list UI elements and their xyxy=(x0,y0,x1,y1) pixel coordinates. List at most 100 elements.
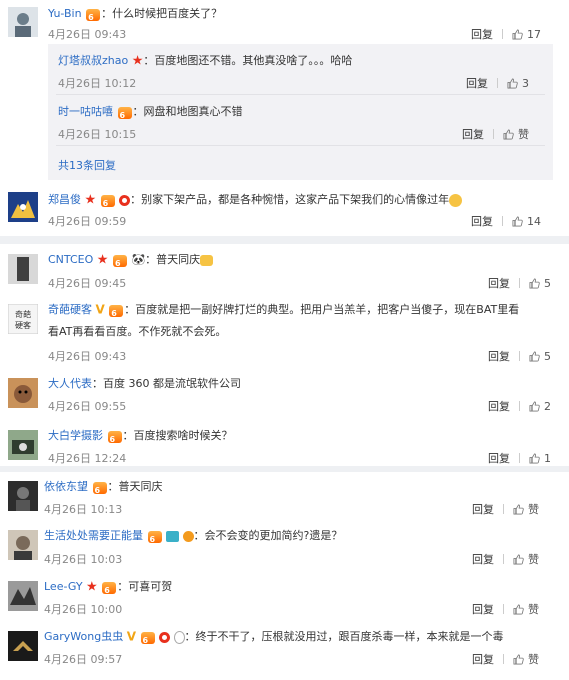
reply-button[interactable]: 回复 xyxy=(472,551,494,567)
comment-line: 依依东望 6 ：普天同庆 xyxy=(44,480,163,495)
divider xyxy=(56,94,545,95)
username-link[interactable]: 生活处处需要正能量 xyxy=(44,529,143,542)
comment-line: 大人代表：百度 360 都是流氓软件公司 xyxy=(48,377,241,390)
username-link[interactable]: 奇葩硬客 xyxy=(48,303,92,316)
more-replies-link[interactable]: 共13条回复 xyxy=(58,157,116,173)
comment-line: Yu-Bin 6 ：什么时候把百度关了？ xyxy=(48,7,223,22)
like-count[interactable]: 赞 xyxy=(528,501,539,517)
avatar[interactable] xyxy=(8,481,38,511)
divider xyxy=(519,453,520,463)
level-badge: 6 xyxy=(117,105,132,120)
username-link[interactable]: Lee-GY xyxy=(44,580,83,593)
reply-button[interactable]: 回复 xyxy=(471,213,493,229)
avatar[interactable] xyxy=(8,581,38,611)
username-link[interactable]: 大白学摄影 xyxy=(48,429,103,442)
comment-actions: 回复 17 xyxy=(471,26,541,42)
avatar[interactable] xyxy=(8,530,38,560)
divider xyxy=(519,351,520,361)
like-count[interactable]: 1 xyxy=(544,452,551,465)
avatar[interactable] xyxy=(8,192,38,222)
reply-button[interactable]: 回复 xyxy=(466,75,488,91)
username-link[interactable]: 依依东望 xyxy=(44,480,88,493)
reply-button[interactable]: 回复 xyxy=(472,501,494,517)
thumbs-up-icon[interactable] xyxy=(529,401,540,412)
thumbs-up-icon[interactable] xyxy=(529,453,540,464)
comment-block-2: CNTCEO ★ 6 🐼：普天同庆 4月26日 09:45 回复 5 奇葩 硬客 … xyxy=(0,244,569,466)
like-count[interactable]: 赞 xyxy=(528,601,539,617)
divider xyxy=(519,401,520,411)
comment-time: 4月26日 09:55 xyxy=(48,400,127,413)
reply-button[interactable]: 回复 xyxy=(472,651,494,667)
comment-line: GaryWong虫虫 V 6 ：终于不干了，压根就没用过，跟百度杀毒一样，本来就… xyxy=(44,629,504,645)
divider xyxy=(493,129,494,139)
svg-text:奇葩: 奇葩 xyxy=(15,309,31,319)
reply-button[interactable]: 回复 xyxy=(462,126,484,142)
comment-actions: 回复 赞 xyxy=(472,651,539,667)
thumbs-up-icon[interactable] xyxy=(529,351,540,362)
divider xyxy=(497,78,498,88)
comment-block-3: 依依东望 6 ：普天同庆 4月26日 10:13 回复 赞 生活处处需要正能量 6… xyxy=(0,472,569,680)
comment-time: 4月26日 09:43 xyxy=(48,350,127,363)
reply-actions: 回复 3 xyxy=(466,75,529,91)
like-count[interactable]: 5 xyxy=(544,277,551,290)
like-count[interactable]: 14 xyxy=(527,215,541,228)
username-link[interactable]: 灯塔叔叔zhao xyxy=(58,54,128,67)
divider xyxy=(503,604,504,614)
thumbs-up-icon[interactable] xyxy=(513,504,524,515)
like-count[interactable]: 2 xyxy=(544,400,551,413)
level-badge: 6 xyxy=(109,303,124,318)
thumbs-up-icon[interactable] xyxy=(513,654,524,665)
thumbs-up-icon[interactable] xyxy=(512,29,523,40)
comment-actions: 回复 5 xyxy=(488,275,551,291)
username-link[interactable]: 大人代表 xyxy=(48,377,92,390)
divider xyxy=(503,504,504,514)
star-icon: ★ xyxy=(84,192,97,208)
thumbs-up-icon[interactable] xyxy=(512,216,523,227)
like-count[interactable]: 5 xyxy=(544,350,551,363)
level-badge: 6 xyxy=(147,529,162,544)
level-badge: 6 xyxy=(107,429,122,444)
medal-icon xyxy=(159,631,171,643)
avatar[interactable] xyxy=(8,430,38,460)
divider xyxy=(503,554,504,564)
star-icon: ★ xyxy=(96,252,109,268)
thumbs-up-icon[interactable] xyxy=(513,604,524,615)
username-link[interactable]: 郑昌俊 xyxy=(48,193,81,206)
like-count[interactable]: 赞 xyxy=(528,651,539,667)
reply-button[interactable]: 回复 xyxy=(488,348,510,364)
like-count[interactable]: 赞 xyxy=(518,126,529,142)
like-count[interactable]: 17 xyxy=(527,28,541,41)
reply-button[interactable]: 回复 xyxy=(472,601,494,617)
comment-actions: 回复 1 xyxy=(488,450,551,466)
like-count[interactable]: 赞 xyxy=(528,551,539,567)
comment-text: 百度就是把一副好牌打烂的典型。把用户当羔羊，把客户当傻子，现在BAT里看 xyxy=(135,303,520,316)
reply-button[interactable]: 回复 xyxy=(471,26,493,42)
comment-text: 会不会变的更加简约?遗是？ xyxy=(204,529,343,542)
thumbs-up-icon[interactable] xyxy=(529,278,540,289)
comment-block-1: Yu-Bin 6 ：什么时候把百度关了？ 4月26日 09:43 回复 17 灯塔… xyxy=(0,0,569,240)
thumbs-up-icon[interactable] xyxy=(503,129,514,140)
thumbs-up-icon[interactable] xyxy=(507,78,518,89)
comment-time: 4月26日 10:13 xyxy=(44,503,123,516)
like-count[interactable]: 3 xyxy=(522,77,529,90)
reply-button[interactable]: 回复 xyxy=(488,450,510,466)
username-link[interactable]: GaryWong虫虫 xyxy=(44,630,123,643)
reply-button[interactable]: 回复 xyxy=(488,398,510,414)
username-link[interactable]: CNTCEO xyxy=(48,253,93,266)
level-badge: 6 xyxy=(86,7,101,22)
avatar[interactable] xyxy=(8,378,38,408)
username-link[interactable]: 时一咕咕嘻 xyxy=(58,105,113,118)
avatar[interactable] xyxy=(8,631,38,661)
avatar[interactable] xyxy=(8,254,38,284)
thumbs-up-icon[interactable] xyxy=(513,554,524,565)
comment-actions: 回复 14 xyxy=(471,213,541,229)
reply-text: 网盘和地图真心不错 xyxy=(143,105,243,118)
avatar[interactable] xyxy=(8,7,38,37)
avatar[interactable]: 奇葩 硬客 xyxy=(7,303,39,335)
level-badge: 6 xyxy=(112,253,127,268)
reply-button[interactable]: 回复 xyxy=(488,275,510,291)
panda-icon: 🐼 xyxy=(131,253,146,266)
username-link[interactable]: Yu-Bin xyxy=(48,7,82,20)
comment-line: 奇葩硬客 V 6 ：百度就是把一副好牌打烂的典型。把用户当羔羊，把客户当傻子，现在… xyxy=(48,302,520,318)
emoji-icon xyxy=(449,193,463,207)
